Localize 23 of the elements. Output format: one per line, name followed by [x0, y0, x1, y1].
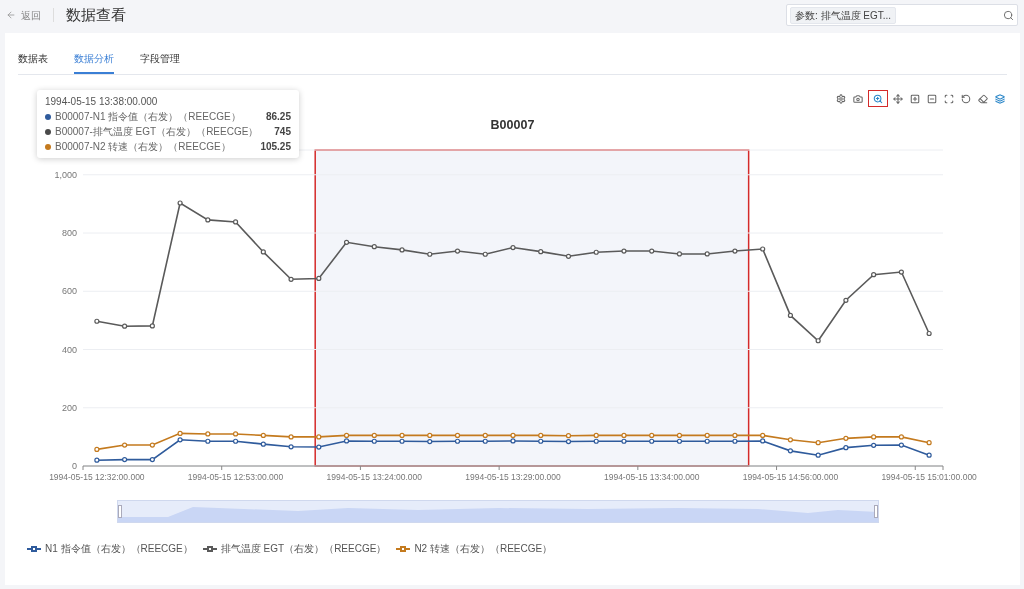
tooltip-value: 745 [274, 125, 291, 139]
y-axis-label: 200 [61, 402, 77, 413]
page-title: 数据查看 [66, 4, 126, 25]
y-axis-label: 0 [72, 461, 77, 471]
y-axis-label: 1,000 [54, 169, 77, 180]
x-axis-label: 1994-05-15 12:53:00.000 [187, 472, 284, 482]
tooltip-series-name: B00007-N2 转速（右发）（REECGE） [55, 140, 231, 154]
chart-title: B00007 [490, 117, 535, 133]
x-axis-label: 1994-05-15 13:24:00.000 [326, 472, 423, 482]
tooltip-time: 1994-05-15 13:38:00.000 [45, 95, 159, 109]
x-axis-label: 1994-05-15 15:01:00.000 [881, 472, 977, 482]
tooltip-value: 86.25 [265, 110, 291, 124]
y-axis-label: 400 [61, 344, 77, 355]
x-axis-label: 1994-05-15 14:56:00.000 [742, 472, 839, 482]
x-axis-label: 1994-05-15 13:34:00.000 [603, 472, 700, 482]
tooltip-series-name: B00007-N1 指令值（右发）（REECGE） [55, 110, 241, 124]
x-axis-label: 1994-05-15 12:32:00.000 [49, 472, 145, 482]
param-tag: 参数: 排气温度 EGT... [790, 6, 897, 24]
y-axis-label: 600 [61, 286, 77, 297]
x-axis-label: 1994-05-15 13:29:00.000 [465, 472, 561, 482]
y-axis-label: 800 [61, 228, 77, 238]
tooltip-value: 105.25 [260, 140, 291, 154]
tooltip-series-name: B00007-排气温度 EGT（右发）（REECGE） [55, 125, 259, 139]
